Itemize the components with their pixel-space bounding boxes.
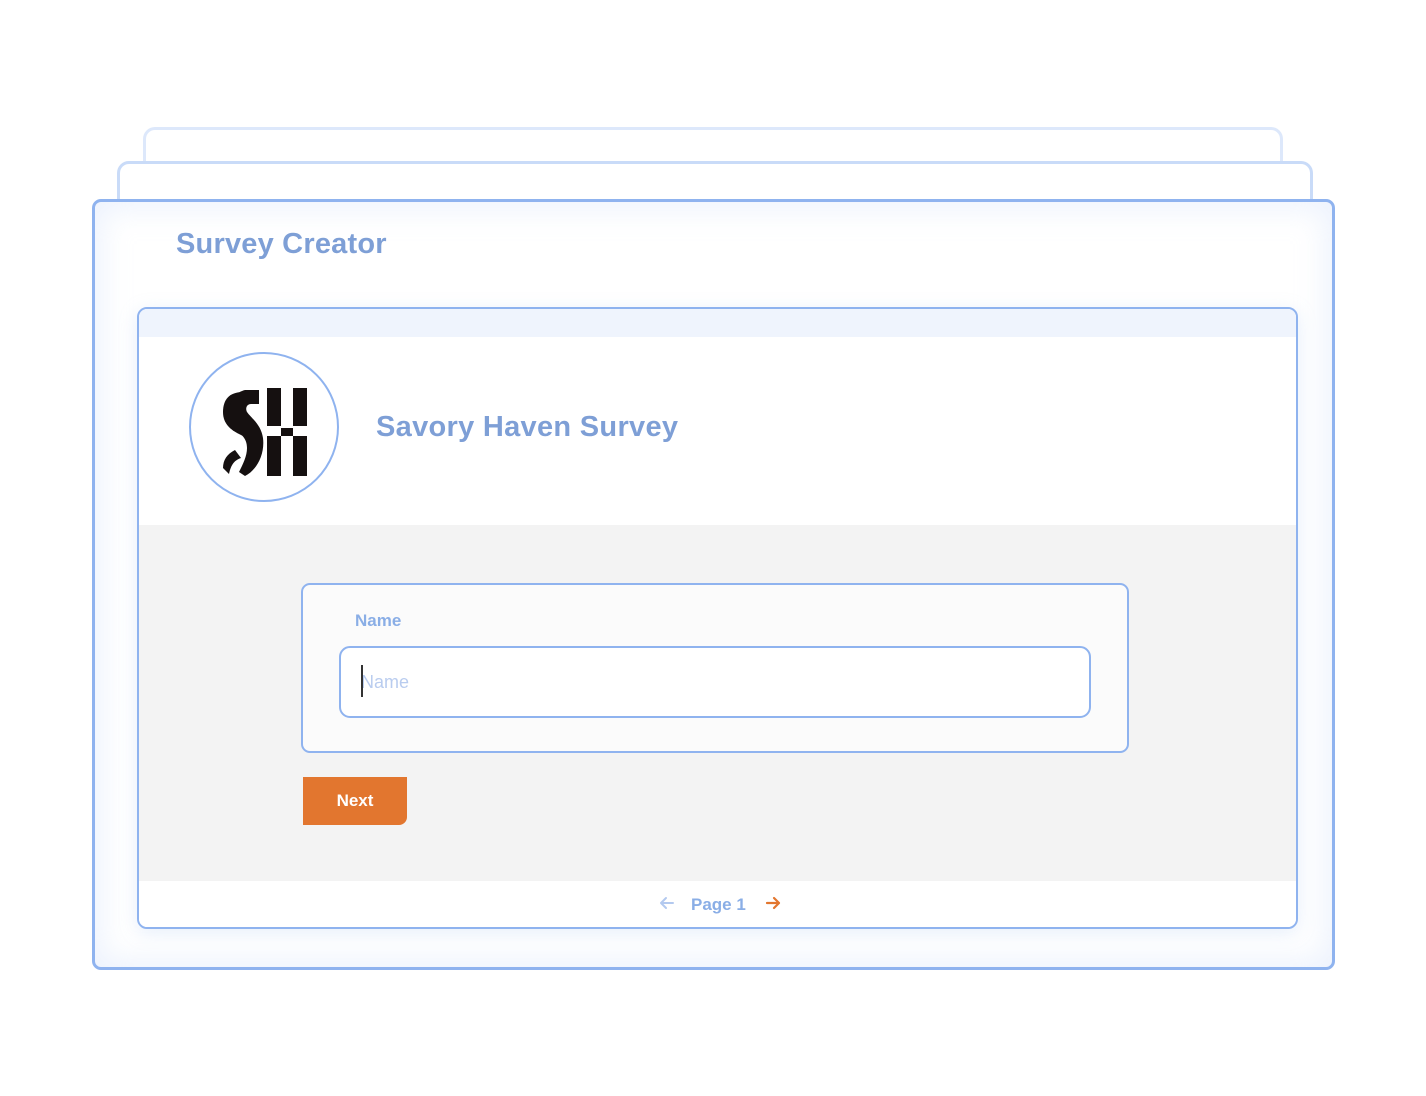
survey-title: Savory Haven Survey — [376, 411, 679, 443]
app-title: Survey Creator — [176, 228, 387, 260]
next-button[interactable]: Next — [303, 777, 407, 825]
survey-top-bar — [139, 309, 1296, 337]
name-input[interactable] — [339, 646, 1091, 718]
survey-header: Savory Haven Survey — [139, 337, 1296, 525]
page-indicator: Page 1 — [691, 895, 746, 914]
survey-preview: Savory Haven Survey Name Next Page 1 — [137, 307, 1298, 929]
survey-logo — [189, 352, 339, 502]
text-caret — [361, 665, 363, 697]
survey-creator-window: Survey Creator Savory Haven Survey Name … — [92, 199, 1335, 970]
sh-monogram-logo-icon — [223, 388, 307, 476]
survey-body: Name Next — [139, 525, 1296, 881]
arrow-left-icon[interactable] — [657, 891, 677, 915]
stage: Survey Creator Savory Haven Survey Name … — [0, 0, 1426, 1096]
page-navigator: Page 1 — [139, 881, 1296, 927]
question-label: Name — [355, 611, 402, 630]
arrow-right-icon[interactable] — [763, 891, 783, 915]
question-card-name: Name — [301, 583, 1129, 753]
